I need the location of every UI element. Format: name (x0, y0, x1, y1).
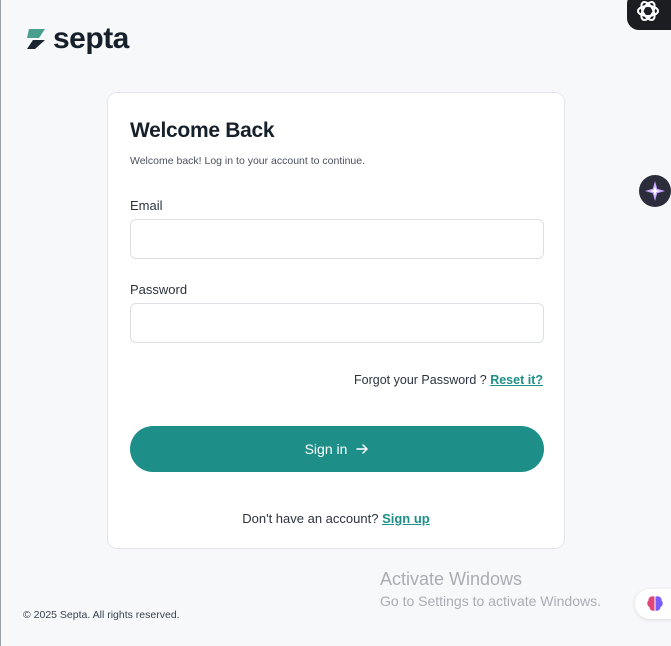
activate-windows-watermark: Activate Windows Go to Settings to activ… (380, 569, 601, 609)
brain-extension-button[interactable] (635, 589, 671, 619)
email-field[interactable] (130, 219, 544, 259)
chatgpt-extension-button[interactable] (627, 0, 671, 30)
login-card: Welcome Back Welcome back! Log in to you… (107, 92, 565, 549)
page-title: Welcome Back (130, 119, 275, 142)
brain-icon (647, 596, 663, 611)
septa-logo-icon (27, 29, 45, 49)
ai-assistant-extension-button[interactable] (639, 175, 671, 207)
page-subtitle: Welcome back! Log in to your account to … (130, 155, 366, 167)
signup-row: Don't have an account? Sign up (108, 511, 564, 526)
sign-in-label: Sign in (304, 441, 348, 457)
chatgpt-icon (637, 0, 659, 22)
brand-name: septa (53, 22, 129, 55)
password-label: Password (130, 282, 188, 297)
brand-logo[interactable]: septa (25, 24, 129, 54)
reset-password-link[interactable]: Reset it? (490, 373, 543, 387)
sparkle-icon (645, 181, 665, 201)
forgot-password-row: Forgot your Password ? Reset it? (354, 373, 543, 387)
email-label: Email (130, 198, 163, 213)
sign-up-link[interactable]: Sign up (382, 511, 430, 526)
watermark-title: Activate Windows (380, 569, 523, 589)
arrow-right-icon (356, 444, 369, 454)
password-field[interactable] (130, 303, 544, 343)
signup-prompt: Don't have an account? (242, 511, 379, 526)
watermark-subtitle: Go to Settings to activate Windows. (380, 593, 601, 609)
copyright-text: © 2025 Septa. All rights reserved. (23, 609, 180, 621)
forgot-password-text: Forgot your Password ? (354, 373, 487, 387)
sign-in-button[interactable]: Sign in (130, 426, 544, 472)
